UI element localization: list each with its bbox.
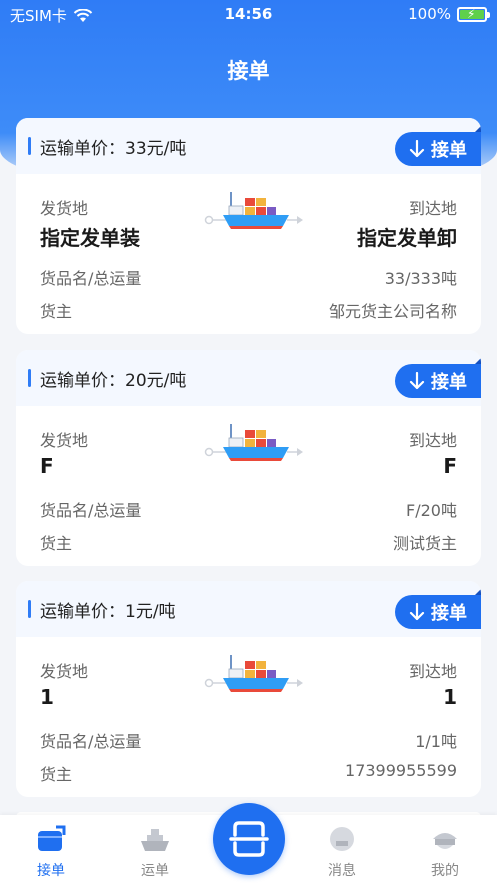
owner-label: 货主 <box>40 302 73 321</box>
destination-label: 到达地 <box>408 662 457 681</box>
accept-order-button[interactable]: 接单 <box>395 358 481 398</box>
origin-value: 1 <box>40 685 54 709</box>
owner-label: 货主 <box>40 534 73 553</box>
tab-label: 我的 <box>431 863 459 879</box>
order-card-body: 发货地 到达地 F F 货品名/总运量 F/20吨 货主 测试货主 <box>16 406 481 566</box>
arrow-down-icon <box>409 603 425 621</box>
order-card[interactable]: 运输单价：33元/吨 接单 发货地 到达地 指定发单装 指定发单卸 货品名/总运… <box>16 118 481 334</box>
cargo-ship-icon <box>204 424 303 461</box>
ship-icon <box>141 829 169 851</box>
captain-hat-icon <box>433 833 457 849</box>
destination-label: 到达地 <box>408 199 457 218</box>
goods-label: 货品名/总运量 <box>40 732 142 751</box>
arrow-down-icon <box>409 140 425 158</box>
tab-waybill[interactable]: 运单 <box>120 815 190 883</box>
origin-label: 发货地 <box>40 662 89 681</box>
accept-order-label: 接单 <box>431 603 467 624</box>
accept-order-icon <box>38 825 66 851</box>
tab-messages[interactable]: 消息 <box>307 815 377 883</box>
tab-label: 运单 <box>141 863 169 879</box>
arrow-down-icon <box>409 372 425 390</box>
owner-value: 邹元货主公司名称 <box>328 302 457 321</box>
order-card[interactable]: 运输单价：20元/吨 接单 发货地 到达地 F F 货品名/总运量 F/20吨 … <box>16 350 481 566</box>
cargo-ship-icon <box>204 655 303 692</box>
message-icon <box>330 827 354 851</box>
destination-label: 到达地 <box>408 431 457 450</box>
goods-label: 货品名/总运量 <box>40 269 142 288</box>
tab-accept-order[interactable]: 接单 <box>16 815 86 883</box>
origin-label: 发货地 <box>40 199 89 218</box>
destination-value: 1 <box>443 685 457 709</box>
scan-icon <box>229 821 269 857</box>
accept-order-button[interactable]: 接单 <box>395 126 481 166</box>
tab-mine[interactable]: 我的 <box>410 815 480 883</box>
owner-value: 测试货主 <box>392 534 457 553</box>
origin-value: 指定发单装 <box>40 226 140 250</box>
unit-price: 运输单价：33元/吨 <box>40 139 187 159</box>
owner-label: 货主 <box>40 765 73 784</box>
battery-percent: 100% <box>408 5 451 23</box>
accept-order-button[interactable]: 接单 <box>395 589 481 629</box>
origin-label: 发货地 <box>40 431 89 450</box>
origin-value: F <box>40 454 54 478</box>
scan-button[interactable] <box>213 803 285 875</box>
page-title: 接单 <box>227 59 270 83</box>
goods-value: 1/1吨 <box>415 732 457 751</box>
order-card-body: 发货地 到达地 1 1 货品名/总运量 1/1吨 货主 17399955599 <box>16 637 481 797</box>
goods-value: F/20吨 <box>406 501 457 520</box>
battery-icon: ⚡ <box>457 6 490 22</box>
order-card[interactable]: 运输单价：1元/吨 接单 发货地 到达地 1 1 货品名/总运量 1/1吨 货主… <box>16 581 481 797</box>
destination-value: F <box>443 454 457 478</box>
goods-value: 33/333吨 <box>384 269 457 288</box>
order-card-header: 运输单价：20元/吨 接单 <box>16 350 481 406</box>
unit-price: 运输单价：20元/吨 <box>40 371 187 391</box>
order-card-body: 发货地 到达地 指定发单装 指定发单卸 货品名/总运量 33/333吨 货主 邹… <box>16 174 481 334</box>
order-card-header: 运输单价：33元/吨 接单 <box>16 118 481 174</box>
tab-label: 消息 <box>328 863 356 879</box>
owner-value: 17399955599 <box>345 761 457 780</box>
unit-price: 运输单价：1元/吨 <box>40 602 176 622</box>
accept-order-label: 接单 <box>431 140 467 161</box>
order-card-header: 运输单价：1元/吨 接单 <box>16 581 481 637</box>
goods-label: 货品名/总运量 <box>40 501 142 520</box>
status-bar: 无SIM卡 14:56 100% ⚡ <box>0 0 497 30</box>
cargo-ship-icon <box>204 192 303 229</box>
tab-label: 接单 <box>37 863 65 879</box>
destination-value: 指定发单卸 <box>357 226 457 250</box>
accept-order-label: 接单 <box>431 372 467 393</box>
